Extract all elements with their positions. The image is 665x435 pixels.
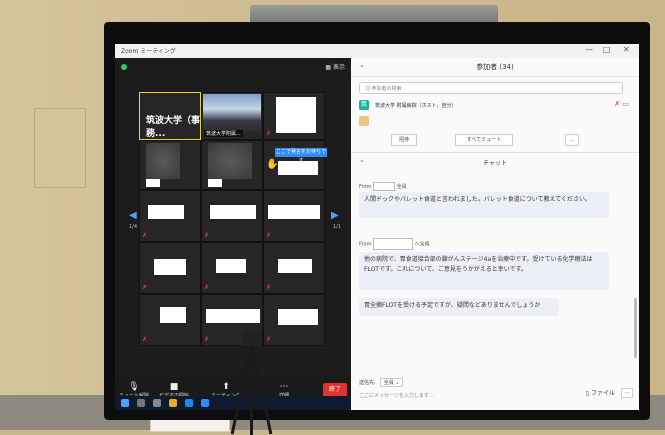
raise-hand-banner: ここで発言をお待ちです <box>275 148 327 164</box>
muted-mic-icon: ✗ <box>142 232 148 239</box>
video-tile[interactable]: ✗ <box>263 190 325 242</box>
redacted-name <box>154 259 186 275</box>
send-to-row: 送信先: 全員 ⌄ <box>359 378 404 387</box>
avatar: 筑 <box>359 100 369 110</box>
maximize-icon[interactable]: □ <box>603 45 611 54</box>
video-tile[interactable]: ✗ <box>201 190 263 242</box>
participants-header: ⌄ 参加者 (34) <box>351 58 639 77</box>
zoom-window: Zoom ミーティング — □ ✕ ▦ 表示 筑波大学（事務... 筑波大学附属… <box>115 44 639 410</box>
participant-name: 筑波大学 附属病院（ホスト、自分） <box>375 103 457 109</box>
redacted-name <box>210 205 256 219</box>
tripod-head <box>242 330 262 346</box>
end-meeting-button[interactable]: 終了 <box>323 383 347 397</box>
participant-name: 筑波大学（事務... <box>146 116 201 139</box>
chat-sender: From へ全員 <box>359 238 430 250</box>
redacted-sender <box>372 182 395 191</box>
video-tile[interactable]: ✗ <box>201 242 263 294</box>
redacted-name <box>146 179 160 187</box>
participants-more-button[interactable]: ... <box>565 134 579 146</box>
video-tile[interactable]: ✗ <box>263 294 325 346</box>
participants-title: 参加者 (34) <box>476 63 514 71</box>
invite-button[interactable]: 招待 <box>391 134 417 146</box>
chat-message: 胃全摘FLOTを受ける予定ですが、疑問などありませんでしょうか <box>359 298 559 316</box>
muted-mic-icon[interactable]: ✗ ▭ <box>614 100 629 108</box>
redacted-name <box>208 179 222 187</box>
chat-title: チャット <box>483 160 507 167</box>
redacted-name <box>278 259 312 273</box>
video-tile-active[interactable]: 筑波大学（事務... <box>139 92 201 140</box>
redacted-name <box>216 259 246 273</box>
wall-panel <box>34 108 86 188</box>
redacted-name <box>148 205 184 219</box>
muted-mic-icon: ✗ <box>266 130 272 137</box>
muted-mic-icon: ✗ <box>204 336 210 343</box>
tripod <box>230 330 273 435</box>
muted-mic-icon: ✗ <box>266 284 272 291</box>
recipient-select[interactable]: 全員 ⌄ <box>379 378 404 387</box>
video-tile[interactable]: ✗ <box>139 242 201 294</box>
window-titlebar: Zoom ミーティング — □ ✕ <box>115 44 639 59</box>
avatar <box>359 116 369 126</box>
video-icon: ■ <box>169 382 179 392</box>
chat-message: 他の病院で、胃食道接合部の腺がんステージ4aを治療中です。受けている化学療法はF… <box>359 252 609 290</box>
participant-video <box>203 94 261 132</box>
raise-hand-icon: ✋ <box>266 159 279 170</box>
participant-search-input[interactable]: Q 参加者の検索 <box>359 82 623 94</box>
next-page-arrow-icon[interactable]: ▶ <box>331 210 339 221</box>
zoom-app-icon[interactable] <box>201 399 209 407</box>
task-view-icon[interactable] <box>153 399 161 407</box>
minimize-icon[interactable]: — <box>585 45 593 54</box>
security-shield-icon <box>121 64 127 70</box>
video-tile[interactable]: ✗ <box>263 242 325 294</box>
microphone-icon: 🎙 <box>128 382 140 392</box>
chat-more-button[interactable]: ... <box>621 388 633 398</box>
start-icon[interactable] <box>121 399 129 407</box>
window-title: Zoom ミーティング <box>121 48 176 55</box>
redacted-video <box>276 97 316 133</box>
folder-icon[interactable] <box>169 399 177 407</box>
muted-mic-icon: ✗ <box>142 336 148 343</box>
video-tile[interactable]: ✗ <box>139 190 201 242</box>
blurred-video <box>208 143 252 179</box>
close-icon[interactable]: ✕ <box>623 45 630 54</box>
side-panel: ⌄ 参加者 (34) Q 参加者の検索 筑 筑波大学 附属病院（ホスト、自分） … <box>351 58 639 410</box>
file-icon: ▯ <box>585 390 590 397</box>
browser-icon[interactable] <box>185 399 193 407</box>
muted-mic-icon: ✗ <box>266 232 272 239</box>
file-button[interactable]: ▯ ファイル <box>586 388 615 397</box>
previous-page-arrow-icon[interactable]: ◀ <box>129 210 137 221</box>
tripod-leg <box>250 345 273 435</box>
redacted-sender <box>372 238 413 250</box>
participant-row[interactable]: 筑 筑波大学 附属病院（ホスト、自分） ✗ ▭ <box>359 100 629 114</box>
blurred-video <box>146 143 180 179</box>
page-indicator-right: 1/1 <box>333 224 342 230</box>
chat-message: 人間ドックやパレット食道と言われました。バレット食道について教えてください。 <box>359 192 609 218</box>
divider <box>351 152 639 153</box>
participant-row[interactable] <box>359 116 629 130</box>
search-icon[interactable] <box>137 399 145 407</box>
participant-label: 筑波大学附属... <box>204 130 243 137</box>
redacted-name <box>268 205 320 219</box>
chat-input[interactable]: ここにメッセージを入力します... <box>359 392 434 399</box>
chat-sender: From 全員 <box>359 182 407 191</box>
page-indicator-left: 1/4 <box>129 224 138 230</box>
video-tile[interactable]: ✗ <box>263 92 325 140</box>
video-tile[interactable]: ✗ <box>139 294 201 346</box>
view-button[interactable]: ▦ 表示 <box>325 62 345 71</box>
video-tile[interactable] <box>201 140 263 190</box>
video-tile-photo[interactable]: 筑波大学附属... <box>201 92 263 140</box>
chat-scrollbar[interactable] <box>634 298 637 358</box>
redacted-name <box>278 309 318 325</box>
more-icon: ⋯ <box>279 382 289 392</box>
muted-mic-icon: ✗ <box>204 284 210 291</box>
muted-mic-icon: ✗ <box>204 232 210 239</box>
mute-all-button[interactable]: すべてミュート <box>455 134 513 146</box>
muted-mic-icon: ✗ <box>142 284 148 291</box>
redacted-name <box>160 307 186 323</box>
redacted-name <box>206 309 260 323</box>
video-tile[interactable] <box>139 140 201 190</box>
